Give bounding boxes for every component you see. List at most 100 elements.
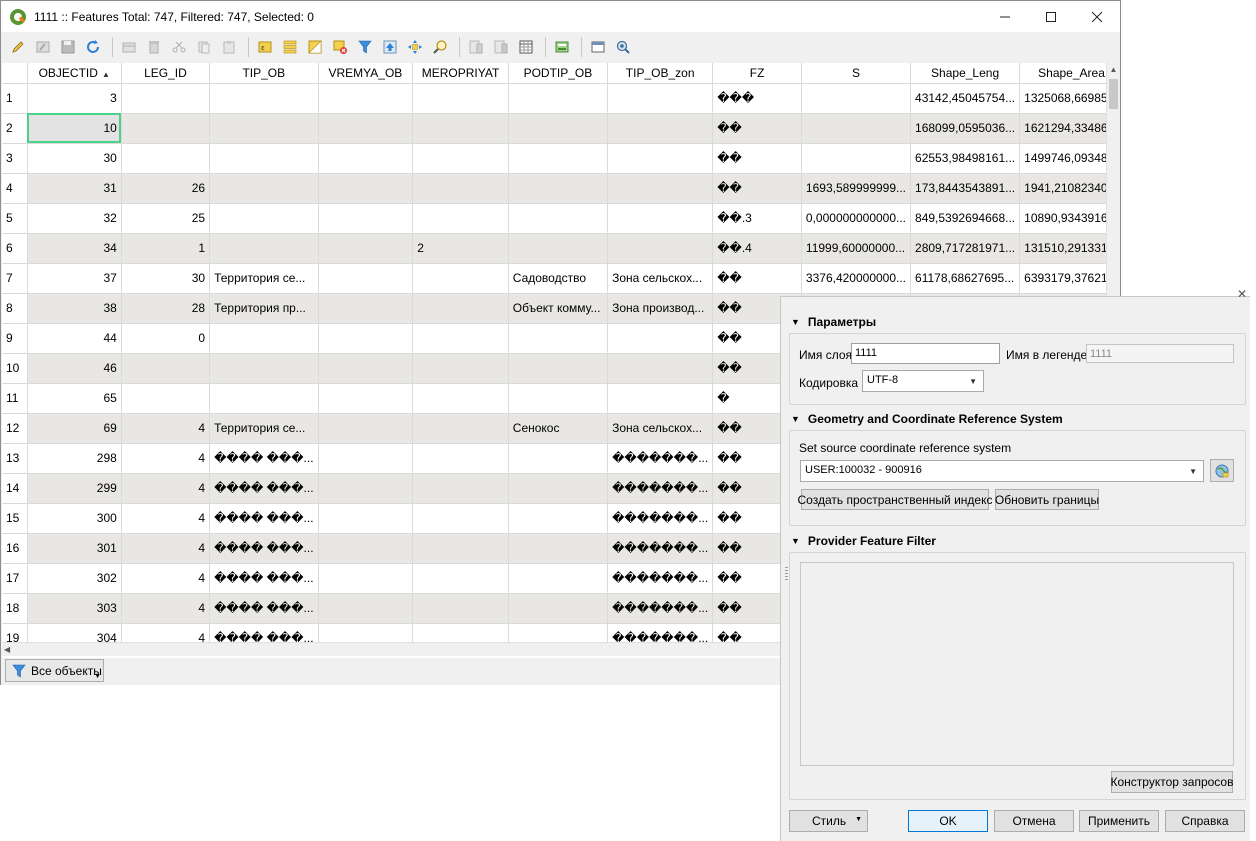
cancel-button[interactable]: Отмена bbox=[994, 810, 1074, 832]
filter-selected-button[interactable] bbox=[354, 36, 376, 58]
table-cell[interactable] bbox=[318, 533, 414, 564]
row-number[interactable]: 17 bbox=[2, 563, 28, 594]
row-number[interactable]: 11 bbox=[2, 383, 28, 414]
table-cell[interactable] bbox=[508, 593, 609, 624]
cut-button[interactable] bbox=[168, 36, 190, 58]
encoding-select[interactable]: UTF-8 ▼ bbox=[862, 370, 984, 392]
table-cell[interactable] bbox=[318, 353, 414, 384]
table-cell[interactable] bbox=[412, 263, 509, 294]
table-cell[interactable]: ��� bbox=[712, 83, 802, 114]
table-cell[interactable]: ���� ���... bbox=[209, 533, 319, 564]
table-cell[interactable] bbox=[318, 503, 414, 534]
row-number[interactable]: 9 bbox=[2, 323, 28, 354]
table-cell[interactable] bbox=[607, 233, 714, 264]
table-cell[interactable] bbox=[318, 593, 414, 624]
table-cell[interactable] bbox=[508, 83, 609, 114]
delete-feature-button[interactable] bbox=[143, 36, 165, 58]
filter-section-header[interactable]: ▼ Provider Feature Filter bbox=[791, 534, 936, 548]
table-cell[interactable] bbox=[121, 83, 211, 114]
table-cell[interactable] bbox=[318, 83, 414, 114]
table-cell[interactable]: Объект комму... bbox=[508, 293, 609, 324]
table-cell[interactable] bbox=[607, 353, 714, 384]
table-cell[interactable] bbox=[209, 113, 319, 144]
table-cell[interactable] bbox=[121, 353, 211, 384]
zoom-to-selected-button[interactable] bbox=[429, 36, 451, 58]
table-cell[interactable]: Садоводство bbox=[508, 263, 609, 294]
table-cell[interactable] bbox=[508, 383, 609, 414]
table-cell[interactable]: 28 bbox=[121, 293, 211, 324]
table-cell[interactable] bbox=[607, 203, 714, 234]
table-cell[interactable]: ��.3 bbox=[712, 203, 802, 234]
column-header-leg-id[interactable]: LEG_ID bbox=[121, 63, 211, 84]
table-cell[interactable]: 1941,21082340 bbox=[1019, 173, 1120, 204]
column-header-shape-leng[interactable]: Shape_Leng bbox=[910, 63, 1021, 84]
table-cell[interactable]: 69 bbox=[27, 413, 122, 444]
update-extents-button[interactable]: Обновить границы bbox=[995, 489, 1099, 510]
table-cell[interactable]: 301 bbox=[27, 533, 122, 564]
apply-button[interactable]: Применить bbox=[1079, 810, 1159, 832]
table-cell[interactable] bbox=[412, 293, 509, 324]
table-cell[interactable] bbox=[209, 203, 319, 234]
table-cell[interactable]: 11999,60000000... bbox=[801, 233, 912, 264]
field-calculator-button[interactable] bbox=[551, 36, 573, 58]
table-cell[interactable] bbox=[318, 323, 414, 354]
scroll-up-icon[interactable]: ▲ bbox=[1107, 63, 1120, 77]
table-cell[interactable] bbox=[209, 383, 319, 414]
table-cell[interactable]: 3 bbox=[27, 83, 122, 114]
table-cell[interactable]: Территория се... bbox=[209, 263, 319, 294]
table-cell[interactable]: 299 bbox=[27, 473, 122, 504]
table-cell[interactable] bbox=[318, 413, 414, 444]
table-cell[interactable]: 0 bbox=[121, 323, 211, 354]
column-header-tip-ob[interactable]: TIP_OB bbox=[209, 63, 319, 84]
layer-name-input[interactable]: 1111 bbox=[851, 343, 1000, 364]
select-by-expression-button[interactable]: ε bbox=[254, 36, 276, 58]
table-cell[interactable] bbox=[508, 203, 609, 234]
table-cell[interactable]: 3376,420000000... bbox=[801, 263, 912, 294]
table-cell[interactable] bbox=[318, 563, 414, 594]
table-cell[interactable]: ���� ���... bbox=[209, 473, 319, 504]
select-all-button[interactable] bbox=[279, 36, 301, 58]
table-cell[interactable] bbox=[412, 83, 509, 114]
column-header-podtip-ob[interactable]: PODTIP_OB bbox=[508, 63, 609, 84]
table-cell[interactable]: �� bbox=[712, 143, 802, 174]
table-cell[interactable]: 849,5392694668... bbox=[910, 203, 1021, 234]
new-field-button[interactable] bbox=[465, 36, 487, 58]
query-builder-button[interactable]: Конструктор запросов bbox=[1111, 771, 1233, 793]
column-header-shape-area[interactable]: Shape_Area bbox=[1019, 63, 1120, 84]
table-cell[interactable]: 26 bbox=[121, 173, 211, 204]
table-cell[interactable]: 38 bbox=[27, 293, 122, 324]
table-cell[interactable]: Территория се... bbox=[209, 413, 319, 444]
column-header-tip-ob-zon[interactable]: TIP_OB_zon bbox=[607, 63, 714, 84]
row-number[interactable]: 14 bbox=[2, 473, 28, 504]
show-all-features-button[interactable]: Все объекты ▼ bbox=[5, 659, 104, 682]
params-section-header[interactable]: ▼ Параметры bbox=[791, 315, 876, 329]
table-cell[interactable] bbox=[607, 173, 714, 204]
table-cell[interactable]: 1499746,093489 bbox=[1019, 143, 1120, 174]
table-cell[interactable] bbox=[607, 323, 714, 354]
table-cell[interactable]: 298 bbox=[27, 443, 122, 474]
row-number[interactable]: 5 bbox=[2, 203, 28, 234]
table-cell[interactable] bbox=[508, 473, 609, 504]
table-cell[interactable]: 43142,45045754... bbox=[910, 83, 1021, 114]
row-number[interactable]: 15 bbox=[2, 503, 28, 534]
table-cell[interactable] bbox=[607, 143, 714, 174]
table-cell[interactable] bbox=[607, 83, 714, 114]
table-cell[interactable]: 300 bbox=[27, 503, 122, 534]
create-spatial-index-button[interactable]: Создать пространственный индекс bbox=[798, 489, 993, 510]
multi-edit-button[interactable] bbox=[32, 36, 54, 58]
table-cell[interactable] bbox=[209, 353, 319, 384]
table-cell[interactable]: 30 bbox=[27, 143, 122, 174]
row-number[interactable]: 2 bbox=[2, 113, 28, 144]
splitter-handle[interactable] bbox=[785, 567, 788, 581]
table-cell[interactable] bbox=[412, 143, 509, 174]
table-cell[interactable]: �������... bbox=[607, 443, 714, 474]
table-cell[interactable]: Территория пр... bbox=[209, 293, 319, 324]
column-header-objectid[interactable]: OBJECTID ▲ bbox=[27, 63, 122, 84]
table-cell[interactable] bbox=[121, 143, 211, 174]
filter-expression-textarea[interactable] bbox=[800, 562, 1234, 766]
table-cell[interactable]: 2809,717281971... bbox=[910, 233, 1021, 264]
table-cell[interactable]: 168099,0595036... bbox=[910, 113, 1021, 144]
geometry-section-header[interactable]: ▼ Geometry and Coordinate Reference Syst… bbox=[791, 412, 1063, 426]
table-cell[interactable]: 30 bbox=[121, 263, 211, 294]
table-cell[interactable]: 131510,291331 bbox=[1019, 233, 1120, 264]
